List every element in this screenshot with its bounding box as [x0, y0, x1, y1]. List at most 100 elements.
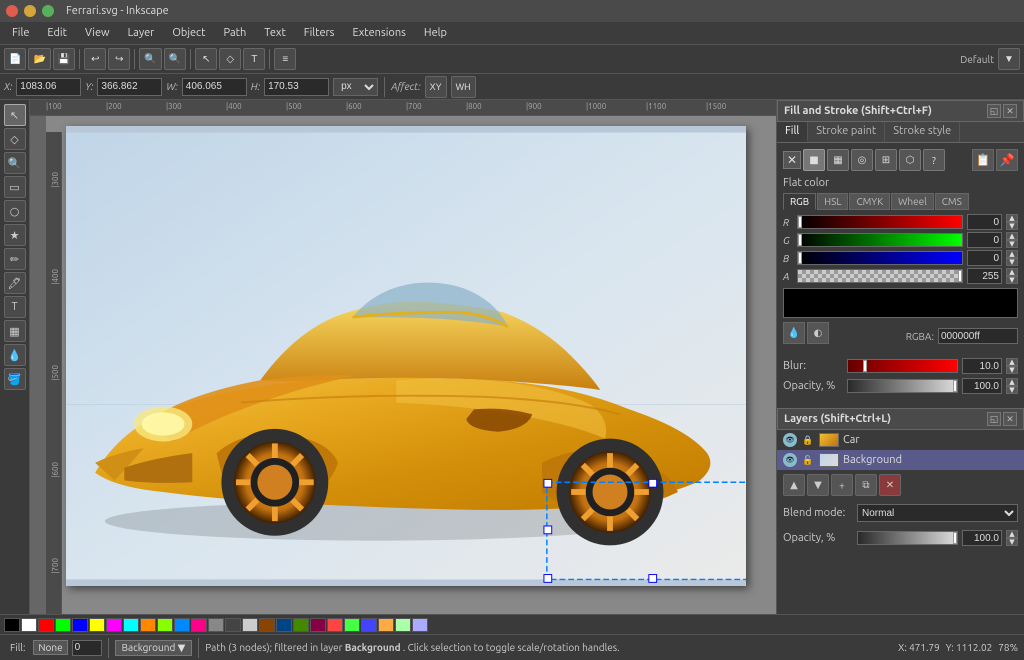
- gradient-tool[interactable]: ▦: [4, 320, 26, 342]
- fill-paste-button[interactable]: 📌: [996, 149, 1018, 171]
- h-input[interactable]: [264, 78, 329, 96]
- a-down[interactable]: ▼: [1006, 276, 1018, 284]
- menu-layer[interactable]: Layer: [120, 25, 163, 41]
- ellipse-tool[interactable]: ○: [4, 200, 26, 222]
- swatch-red[interactable]: [38, 618, 54, 632]
- layer-car-eye[interactable]: 👁: [783, 433, 797, 447]
- menu-help[interactable]: Help: [416, 25, 455, 41]
- g-value[interactable]: [967, 232, 1002, 248]
- canvas-document[interactable]: [66, 126, 746, 586]
- select-button[interactable]: ↖: [195, 48, 217, 70]
- tab-wheel[interactable]: Wheel: [891, 193, 934, 210]
- layer-move-down[interactable]: ▼: [807, 474, 829, 496]
- fill-tool[interactable]: 🪣: [4, 368, 26, 390]
- swatch-lightgreen[interactable]: [395, 618, 411, 632]
- a-up[interactable]: ▲: [1006, 268, 1018, 276]
- layer-opacity-value[interactable]: [962, 530, 1002, 546]
- layer-car-lock[interactable]: 🔒: [801, 433, 815, 447]
- r-up[interactable]: ▲: [1006, 214, 1018, 222]
- fill-copy-button[interactable]: 📋: [972, 149, 994, 171]
- linear-gradient-button[interactable]: ▦: [827, 149, 849, 171]
- new-button[interactable]: 📄: [4, 48, 26, 70]
- layer-bg-lock[interactable]: 🔓: [801, 453, 815, 467]
- g-up[interactable]: ▲: [1006, 232, 1018, 240]
- swatch-darkgray[interactable]: [225, 618, 241, 632]
- zoom-out-button[interactable]: 🔍: [164, 48, 186, 70]
- layer-car[interactable]: 👁 🔒 Car: [777, 430, 1024, 450]
- swatch-lime[interactable]: [55, 618, 71, 632]
- menu-text[interactable]: Text: [256, 25, 294, 41]
- menu-filters[interactable]: Filters: [296, 25, 343, 41]
- open-button[interactable]: 📂: [28, 48, 50, 70]
- b-up[interactable]: ▲: [1006, 250, 1018, 258]
- swatch-cornblue[interactable]: [361, 618, 377, 632]
- text-button[interactable]: T: [243, 48, 265, 70]
- flat-color-button[interactable]: ■: [803, 149, 825, 171]
- text-tool[interactable]: T: [4, 296, 26, 318]
- color-wheel-button[interactable]: ◐: [807, 322, 829, 344]
- menu-edit[interactable]: Edit: [39, 25, 75, 41]
- layers-header[interactable]: Layers (Shift+Ctrl+L) ◱ ✕: [777, 408, 1024, 430]
- layer-background[interactable]: 👁 🔓 Background: [777, 450, 1024, 470]
- swatch-chartreuse[interactable]: [157, 618, 173, 632]
- swatch-navy[interactable]: [276, 618, 292, 632]
- menu-file[interactable]: File: [4, 25, 37, 41]
- unknown-button[interactable]: ?: [923, 149, 945, 171]
- select-tool[interactable]: ↖: [4, 104, 26, 126]
- blur-slider[interactable]: [847, 359, 958, 373]
- pen-tool[interactable]: 🖊: [4, 272, 26, 294]
- menu-object[interactable]: Object: [164, 25, 213, 41]
- layer-duplicate[interactable]: ⧉: [855, 474, 877, 496]
- blend-select[interactable]: Normal Multiply Screen Overlay: [857, 504, 1018, 522]
- unit-select[interactable]: pxmmin: [333, 78, 378, 96]
- save-button[interactable]: 💾: [53, 48, 75, 70]
- minimize-button[interactable]: [24, 5, 36, 17]
- pattern-button[interactable]: ⊞: [875, 149, 897, 171]
- opacity-value[interactable]: [962, 378, 1002, 394]
- layer-move-up[interactable]: ▲: [783, 474, 805, 496]
- swatch-silver[interactable]: [242, 618, 258, 632]
- rgba-input[interactable]: [938, 328, 1018, 344]
- zoom-in-button[interactable]: 🔍: [139, 48, 161, 70]
- b-down[interactable]: ▼: [1006, 258, 1018, 266]
- undo-button[interactable]: ↩: [84, 48, 106, 70]
- blur-down[interactable]: ▼: [1006, 366, 1018, 374]
- tab-fill[interactable]: Fill: [777, 122, 808, 142]
- swatch-salmon[interactable]: [327, 618, 343, 632]
- maximize-button[interactable]: [42, 5, 54, 17]
- eyedropper-button[interactable]: 💧: [783, 322, 805, 344]
- opacity-up[interactable]: ▲: [1006, 378, 1018, 386]
- swatch-button[interactable]: ⬡: [899, 149, 921, 171]
- layer-bg-eye[interactable]: 👁: [783, 453, 797, 467]
- tab-stroke-style[interactable]: Stroke style: [885, 122, 960, 142]
- layer-delete[interactable]: ✕: [879, 474, 901, 496]
- b-value[interactable]: [967, 250, 1002, 266]
- y-input[interactable]: [97, 78, 162, 96]
- tab-cms[interactable]: CMS: [935, 193, 969, 210]
- swatch-magenta[interactable]: [106, 618, 122, 632]
- opacity-down[interactable]: ▼: [1006, 386, 1018, 394]
- w-input[interactable]: [182, 78, 247, 96]
- tab-hsl[interactable]: HSL: [817, 193, 848, 210]
- node-tool[interactable]: ◇: [4, 128, 26, 150]
- zoom-tool[interactable]: 🔍: [4, 152, 26, 174]
- a-value[interactable]: [967, 268, 1002, 284]
- close-button[interactable]: [6, 5, 18, 17]
- layer-add[interactable]: +: [831, 474, 853, 496]
- star-tool[interactable]: ★: [4, 224, 26, 246]
- swatch-black[interactable]: [4, 618, 20, 632]
- align-button[interactable]: ≡: [274, 48, 296, 70]
- swatch-purple[interactable]: [310, 618, 326, 632]
- blur-value[interactable]: [962, 358, 1002, 374]
- menu-path[interactable]: Path: [216, 25, 255, 41]
- tab-rgb[interactable]: RGB: [783, 193, 816, 210]
- affect-wh-button[interactable]: WH: [451, 76, 476, 98]
- rect-tool[interactable]: ▭: [4, 176, 26, 198]
- swatch-lavender[interactable]: [412, 618, 428, 632]
- blur-up[interactable]: ▲: [1006, 358, 1018, 366]
- layers-float-button[interactable]: ◱: [987, 412, 1001, 426]
- swatch-blue[interactable]: [72, 618, 88, 632]
- swatch-orange[interactable]: [140, 618, 156, 632]
- menu-extensions[interactable]: Extensions: [344, 25, 413, 41]
- swatch-white[interactable]: [21, 618, 37, 632]
